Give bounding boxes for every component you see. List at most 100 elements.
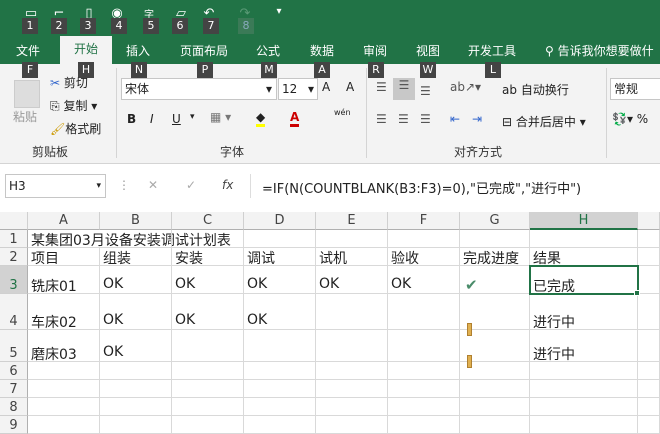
underline-button[interactable]: U [172, 112, 181, 126]
cell[interactable] [172, 362, 244, 380]
customize-icon[interactable]: ▾ [270, 6, 288, 24]
cell[interactable]: OK [100, 294, 172, 330]
format-painter-button[interactable]: 🖌格式刷 [50, 120, 101, 137]
orientation-icon[interactable]: ab↗▾ [450, 80, 481, 94]
percent-button[interactable]: % [637, 112, 648, 126]
fill-handle[interactable] [634, 290, 640, 296]
cell[interactable] [530, 398, 638, 416]
font-size-dropdown[interactable]: 12 ▾ [278, 78, 318, 100]
cell[interactable] [28, 362, 100, 380]
cell[interactable] [316, 294, 388, 330]
tab-developer[interactable]: 开发工具 [468, 42, 516, 59]
italic-button[interactable]: I [150, 112, 154, 126]
cell[interactable] [460, 416, 530, 434]
cell[interactable] [172, 398, 244, 416]
cell[interactable] [460, 398, 530, 416]
row-header[interactable]: 8 [0, 398, 28, 416]
column-header[interactable] [638, 212, 660, 230]
align-left-icon[interactable]: ☰ [376, 112, 387, 126]
copy-button[interactable]: ⎘ 复制 ▾ [50, 97, 97, 114]
cell[interactable] [638, 248, 660, 266]
column-header[interactable]: E [316, 212, 388, 230]
cell[interactable] [530, 416, 638, 434]
cell[interactable] [100, 380, 172, 398]
cell[interactable] [638, 230, 660, 248]
cell[interactable] [638, 398, 660, 416]
cell[interactable]: ! [460, 330, 530, 368]
cell[interactable] [638, 330, 660, 362]
merge-center-button[interactable]: ⊟ 合并后居中 ▾ [502, 113, 586, 130]
cell[interactable] [388, 294, 460, 330]
cell[interactable] [638, 416, 660, 434]
cell[interactable] [244, 416, 316, 434]
cell[interactable] [244, 362, 316, 380]
cell[interactable] [316, 380, 388, 398]
cell[interactable]: 结果 [530, 248, 638, 267]
tab-insert[interactable]: 插入 [126, 42, 150, 59]
cell[interactable]: 组装 [100, 248, 172, 267]
row-header[interactable]: 9 [0, 416, 28, 434]
cell[interactable]: ! [460, 294, 530, 336]
tab-data[interactable]: 数据 [310, 42, 334, 59]
cell[interactable] [460, 362, 530, 380]
cell[interactable]: OK [316, 266, 388, 294]
align-top-icon[interactable]: ☰ [376, 80, 387, 94]
cell[interactable] [638, 362, 660, 380]
fill-color-icon[interactable]: ◆ [256, 110, 266, 127]
cell[interactable] [28, 416, 100, 434]
align-right-icon[interactable]: ☰ [420, 112, 431, 126]
tell-me-search[interactable]: ⚲ 告诉我你想要做什 [545, 42, 660, 59]
enter-icon[interactable]: ✓ [186, 178, 196, 192]
cell[interactable]: 进行中 [530, 294, 638, 331]
cell[interactable]: OK [388, 266, 460, 294]
wrap-text-button[interactable]: ab 自动换行 [502, 81, 569, 98]
row-header[interactable]: 6 [0, 362, 28, 380]
column-header[interactable]: F [388, 212, 460, 230]
cell[interactable] [530, 230, 638, 248]
formula-input[interactable]: =IF(N(COUNTBLANK(B3:F3)=0),"已完成","进行中") [262, 178, 581, 197]
cell[interactable] [244, 380, 316, 398]
underline-dropdown-icon[interactable]: ▾ [190, 112, 195, 122]
cell[interactable] [316, 398, 388, 416]
cell[interactable] [638, 380, 660, 398]
cell[interactable] [460, 230, 530, 248]
cut-button[interactable]: ✂ 剪切 [50, 74, 88, 91]
cell[interactable]: OK [172, 294, 244, 330]
tab-file[interactable]: 文件 [16, 42, 40, 59]
cell[interactable]: 试机 [316, 248, 388, 267]
column-header[interactable]: G [460, 212, 530, 230]
tab-review[interactable]: 审阅 [363, 42, 387, 59]
tab-page-layout[interactable]: 页面布局 [180, 42, 228, 59]
column-header[interactable]: B [100, 212, 172, 230]
cell[interactable]: 安装 [172, 248, 244, 267]
decrease-indent-icon[interactable]: ⇤ [450, 112, 460, 126]
align-bottom-icon[interactable]: ☰ [420, 84, 431, 98]
paste-icon[interactable] [14, 80, 40, 108]
cell[interactable] [460, 380, 530, 398]
cell[interactable]: 铣床01 [28, 266, 100, 295]
cell[interactable] [28, 380, 100, 398]
cell[interactable]: OK [244, 266, 316, 294]
cell[interactable]: OK [172, 266, 244, 294]
cell[interactable] [388, 416, 460, 434]
increase-indent-icon[interactable]: ⇥ [472, 112, 482, 126]
cell[interactable] [388, 380, 460, 398]
cell[interactable] [100, 398, 172, 416]
cell[interactable] [316, 416, 388, 434]
cell[interactable]: 项目 [28, 248, 100, 267]
cell[interactable] [100, 230, 172, 248]
cell[interactable] [172, 380, 244, 398]
name-box[interactable]: H3 ▾ [5, 174, 106, 198]
row-header[interactable]: 4 [0, 294, 28, 330]
cell[interactable] [388, 230, 460, 248]
cell[interactable]: 某集团03月设备安装调试计划表 [28, 230, 231, 249]
cell[interactable]: 车床02 [28, 294, 100, 331]
cell[interactable] [244, 330, 316, 362]
cell[interactable] [244, 398, 316, 416]
cell[interactable] [172, 416, 244, 434]
tab-formulas[interactable]: 公式 [256, 42, 280, 59]
cell[interactable]: ✔ [460, 266, 530, 294]
column-header[interactable]: A [28, 212, 100, 230]
column-header[interactable]: D [244, 212, 316, 230]
cell[interactable]: OK [100, 330, 172, 362]
